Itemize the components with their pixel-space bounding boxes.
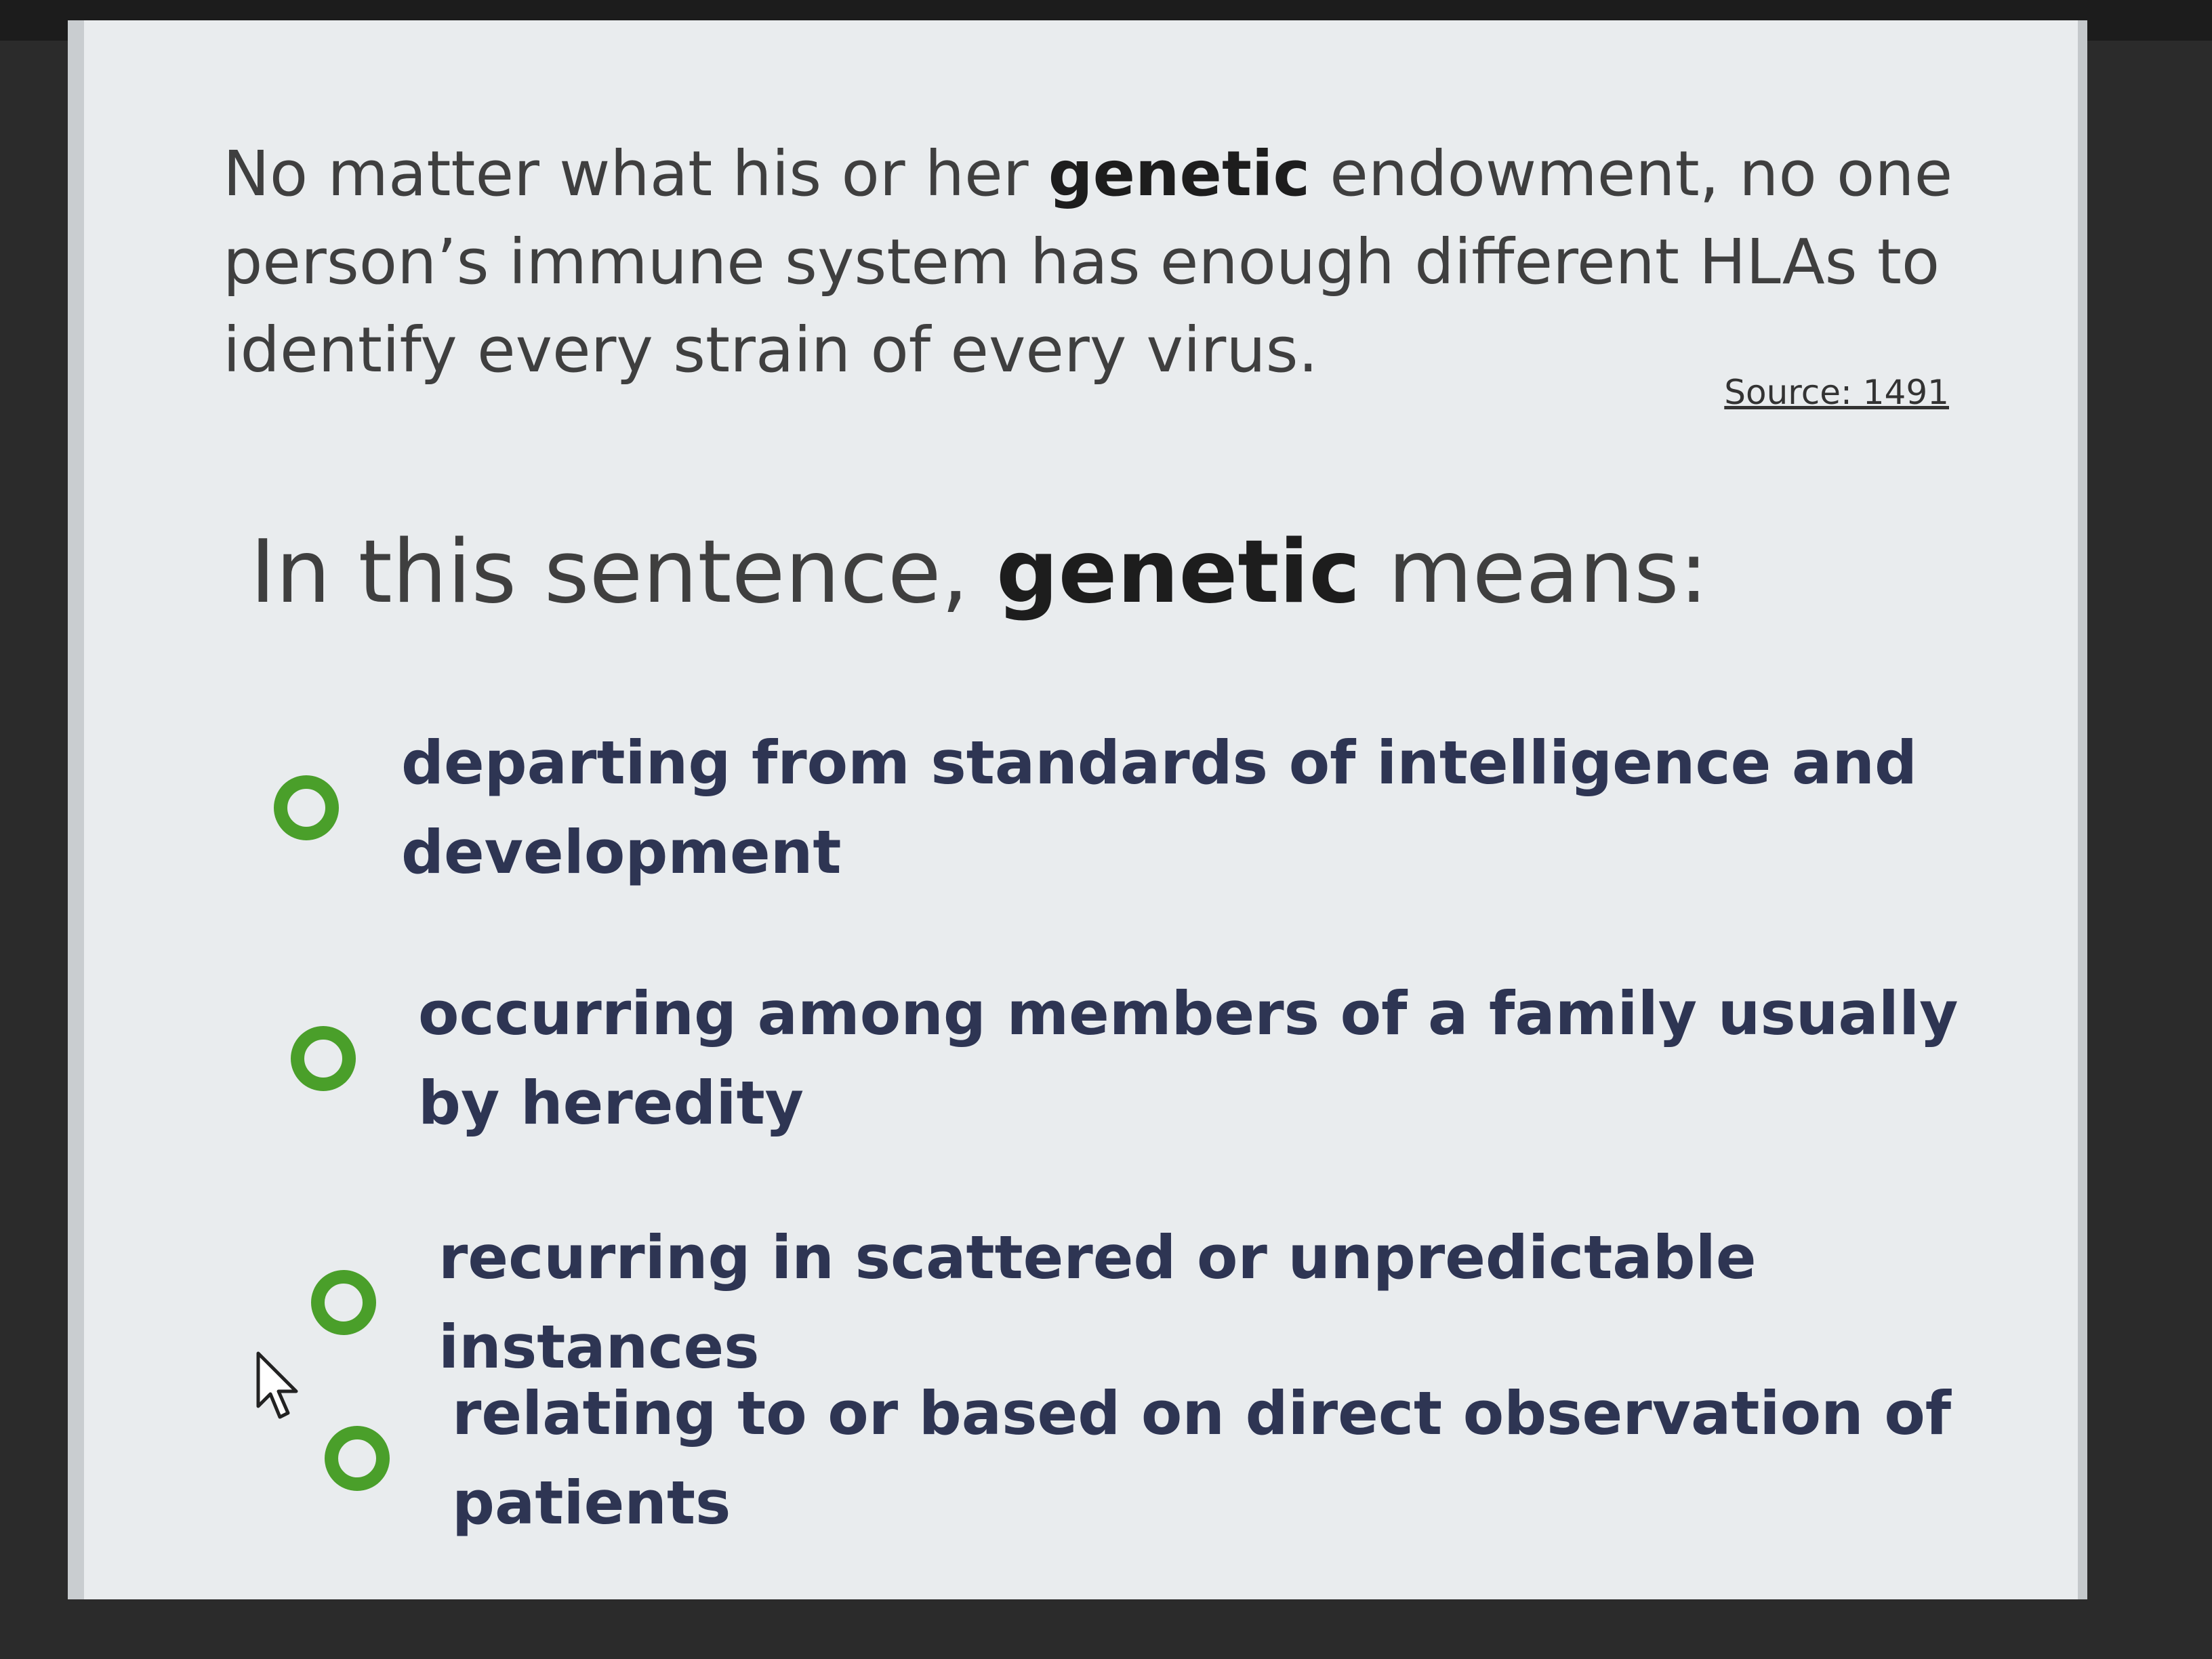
question-keyword: genetic (996, 522, 1361, 623)
question-prompt: In this sentence, genetic means: (250, 522, 1708, 623)
question-card: No matter what his or her genetic endowm… (68, 20, 2087, 1599)
question-after: means: (1360, 522, 1708, 623)
answer-option-2-label[interactable]: occurring among members of a family usua… (418, 969, 1977, 1148)
passage-text: No matter what his or her genetic endowm… (223, 130, 2053, 394)
radio-button-4[interactable] (325, 1426, 390, 1491)
radio-button-2[interactable] (291, 1026, 356, 1091)
passage-keyword: genetic (1048, 138, 1310, 210)
radio-button-3[interactable] (311, 1270, 376, 1335)
answer-option-1[interactable]: departing from standards of intelligence… (274, 718, 1960, 897)
radio-button-1[interactable] (274, 775, 339, 840)
mouse-pointer-icon (256, 1351, 298, 1419)
answer-option-4[interactable]: relating to or based on direct observati… (325, 1369, 2011, 1548)
source-link[interactable]: Source: 1491 (1724, 373, 1949, 412)
answer-option-2[interactable]: occurring among members of a family usua… (291, 969, 1977, 1148)
answer-option-3[interactable]: recurring in scattered or unpredictable … (311, 1213, 1997, 1392)
answer-option-4-label[interactable]: relating to or based on direct observati… (452, 1369, 2011, 1548)
question-before: In this sentence, (250, 522, 996, 623)
answer-option-1-label[interactable]: departing from standards of intelligence… (401, 718, 1960, 897)
passage-before: No matter what his or her (223, 138, 1048, 210)
answer-option-3-label[interactable]: recurring in scattered or unpredictable … (438, 1213, 1997, 1392)
